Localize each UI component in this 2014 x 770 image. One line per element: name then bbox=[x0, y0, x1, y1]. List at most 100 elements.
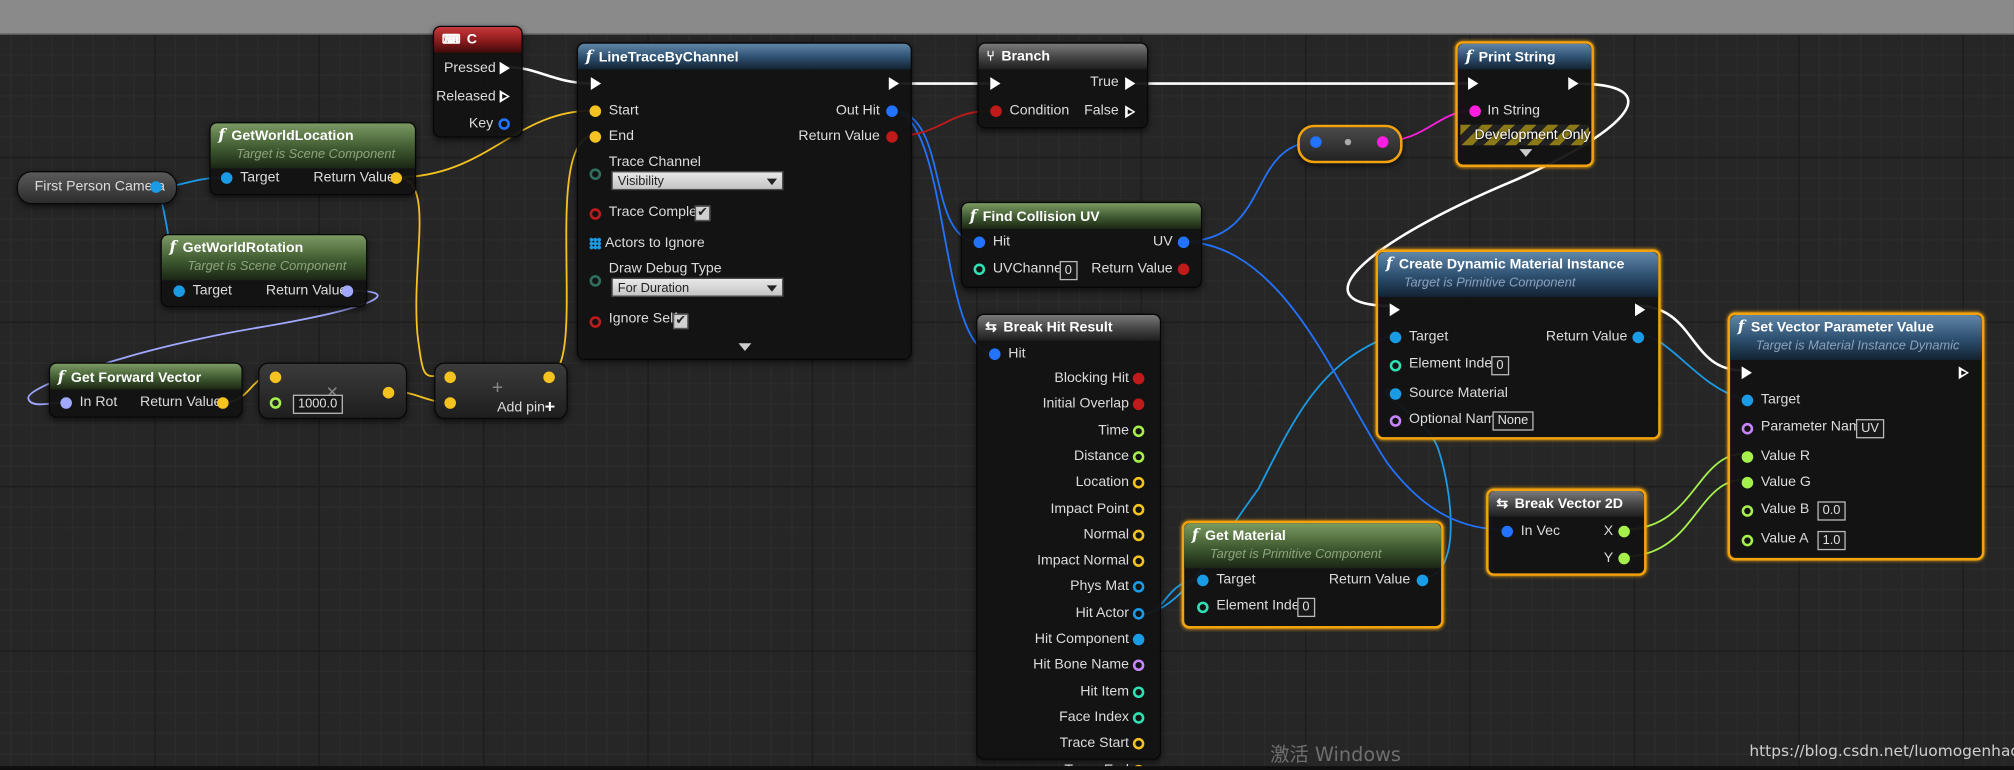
target-pin[interactable] bbox=[1741, 394, 1754, 407]
vector-output-pin[interactable] bbox=[543, 371, 555, 384]
ignore-self-checkbox[interactable]: ✔ bbox=[673, 313, 689, 330]
add-pin-icon[interactable]: + bbox=[545, 396, 556, 417]
camera-output-pin[interactable] bbox=[150, 181, 162, 193]
first-person-camera-node[interactable]: First Person Camera bbox=[16, 170, 178, 205]
exec-in-pin[interactable] bbox=[590, 77, 602, 90]
value-g-pin[interactable] bbox=[1741, 476, 1754, 489]
exec-out-pin[interactable] bbox=[1635, 303, 1646, 317]
get-world-location-node[interactable]: f GetWorldLocation Target is Scene Compone… bbox=[209, 122, 417, 196]
true-exec-pin[interactable] bbox=[1125, 77, 1136, 90]
in-rot-pin[interactable] bbox=[60, 397, 72, 409]
false-exec-pin[interactable] bbox=[1125, 105, 1137, 119]
add-pin-label[interactable]: Add pin bbox=[497, 400, 545, 415]
source-material-pin[interactable] bbox=[1389, 388, 1402, 400]
vector-output-pin[interactable] bbox=[382, 386, 395, 399]
element-index-field[interactable]: 0 bbox=[1297, 597, 1315, 618]
break-hit-output-pin[interactable] bbox=[1132, 581, 1145, 594]
end-pin[interactable] bbox=[589, 131, 602, 143]
break-hit-output-pin[interactable] bbox=[1132, 477, 1145, 489]
trace-complex-checkbox[interactable]: ✔ bbox=[694, 205, 711, 222]
array-pin-icon[interactable] bbox=[589, 237, 602, 250]
exec-out-pin[interactable] bbox=[1568, 77, 1579, 90]
return-value-pin[interactable] bbox=[1177, 263, 1190, 276]
return-value-pin[interactable] bbox=[217, 397, 229, 409]
exec-in-pin[interactable] bbox=[1389, 303, 1400, 317]
multiply-value-field[interactable]: 1000.0 bbox=[292, 394, 343, 414]
struct-input-pin[interactable] bbox=[1310, 136, 1322, 148]
return-value-pin[interactable] bbox=[886, 131, 898, 143]
uv-channel-field[interactable]: 0 bbox=[1059, 260, 1078, 281]
float-input-pin[interactable] bbox=[269, 397, 282, 409]
uv-channel-pin[interactable] bbox=[973, 263, 986, 276]
line-trace-by-channel-node[interactable]: f LineTraceByChannel Start Out Hit End Re… bbox=[576, 42, 912, 360]
break-hit-result-node[interactable]: ⇆ Break Hit Result Hit Blocking Hit Initia… bbox=[976, 313, 1162, 770]
break-hit-output-pin[interactable] bbox=[1132, 685, 1145, 698]
element-index-pin[interactable] bbox=[1389, 359, 1402, 372]
draw-debug-type-pin[interactable] bbox=[589, 275, 602, 287]
break-hit-output-pin[interactable] bbox=[1132, 424, 1145, 437]
break-hit-output-pin[interactable] bbox=[1132, 712, 1145, 724]
parameter-name-pin[interactable] bbox=[1741, 422, 1754, 435]
ignore-self-pin[interactable] bbox=[589, 316, 602, 328]
break-hit-output-pin[interactable] bbox=[1132, 372, 1145, 385]
break-vector-2d-node[interactable]: ⇆ Break Vector 2D In Vec X Y bbox=[1486, 488, 1647, 576]
key-pin[interactable] bbox=[498, 118, 510, 130]
return-value-pin[interactable] bbox=[341, 285, 354, 297]
break-hit-output-pin[interactable] bbox=[1132, 398, 1145, 411]
exec-in-pin[interactable] bbox=[1741, 366, 1752, 380]
string-output-pin[interactable] bbox=[1376, 136, 1389, 148]
value-a-field[interactable]: 1.0 bbox=[1817, 530, 1846, 551]
return-value-pin[interactable] bbox=[1632, 331, 1645, 344]
trace-complex-pin[interactable] bbox=[589, 208, 602, 220]
add-node[interactable]: + Add pin + bbox=[434, 362, 568, 420]
multiply-node[interactable]: × 1000.0 bbox=[258, 362, 408, 420]
y-pin[interactable] bbox=[1618, 552, 1630, 565]
find-collision-uv-node[interactable]: f Find Collision UV Hit UV UVChannel 0 Re… bbox=[960, 201, 1203, 288]
released-exec-pin[interactable] bbox=[499, 89, 512, 103]
target-pin[interactable] bbox=[1389, 331, 1402, 344]
get-material-node[interactable]: f Get Material Target is Primitive Compone… bbox=[1181, 520, 1444, 629]
out-hit-pin[interactable] bbox=[886, 105, 898, 117]
value-b-pin[interactable] bbox=[1741, 505, 1754, 517]
exec-out-pin[interactable] bbox=[1958, 366, 1971, 380]
element-index-pin[interactable] bbox=[1197, 601, 1209, 614]
break-hit-output-pin[interactable] bbox=[1132, 633, 1145, 646]
break-hit-output-pin[interactable] bbox=[1132, 738, 1145, 750]
expand-arrow-icon[interactable] bbox=[738, 343, 752, 351]
set-vector-parameter-value-node[interactable]: f Set Vector Parameter Value Target is Mat… bbox=[1727, 312, 1985, 561]
x-pin[interactable] bbox=[1618, 525, 1630, 538]
optional-name-pin[interactable] bbox=[1389, 415, 1402, 427]
break-hit-output-pin[interactable] bbox=[1132, 529, 1145, 541]
break-hit-output-pin[interactable] bbox=[1132, 503, 1145, 515]
draw-debug-type-dropdown[interactable]: For Duration bbox=[611, 277, 784, 297]
hit-pin[interactable] bbox=[988, 348, 1001, 360]
return-value-pin[interactable] bbox=[1416, 574, 1429, 587]
exec-in-pin[interactable] bbox=[990, 77, 1001, 90]
break-hit-output-pin[interactable] bbox=[1132, 607, 1145, 620]
conversion-node[interactable] bbox=[1297, 124, 1403, 164]
exec-out-pin[interactable] bbox=[888, 77, 900, 90]
value-b-field[interactable]: 0.0 bbox=[1817, 501, 1846, 521]
target-pin[interactable] bbox=[173, 285, 185, 297]
trace-channel-dropdown[interactable]: Visibility bbox=[611, 170, 784, 191]
c-key-event-node[interactable]: ⌨ C Pressed Released Key bbox=[432, 25, 523, 138]
element-index-field[interactable]: 0 bbox=[1491, 356, 1509, 376]
event-graph-canvas[interactable]: First Person Camera f GetWorldLocation Tar… bbox=[0, 0, 2014, 770]
optional-name-field[interactable]: None bbox=[1492, 411, 1534, 431]
in-vec-pin[interactable] bbox=[1501, 525, 1514, 538]
parameter-name-field[interactable]: UV bbox=[1855, 419, 1885, 439]
print-string-node[interactable]: f Print String In String Development Only bbox=[1455, 41, 1594, 168]
hit-pin[interactable] bbox=[973, 236, 986, 249]
value-a-pin[interactable] bbox=[1741, 534, 1754, 547]
uv-pin[interactable] bbox=[1177, 236, 1190, 249]
value-r-pin[interactable] bbox=[1741, 451, 1754, 463]
get-world-rotation-node[interactable]: f GetWorldRotation Target is Scene Compone… bbox=[160, 233, 368, 308]
break-hit-output-pin[interactable] bbox=[1132, 555, 1145, 568]
vector-input-pin-a[interactable] bbox=[444, 371, 456, 384]
vector-input-pin-b[interactable] bbox=[444, 397, 456, 409]
in-string-pin[interactable] bbox=[1469, 105, 1481, 117]
start-pin[interactable] bbox=[589, 105, 602, 117]
expand-arrow-icon[interactable] bbox=[1519, 149, 1533, 157]
target-pin[interactable] bbox=[1197, 574, 1209, 587]
return-value-pin[interactable] bbox=[390, 172, 403, 184]
